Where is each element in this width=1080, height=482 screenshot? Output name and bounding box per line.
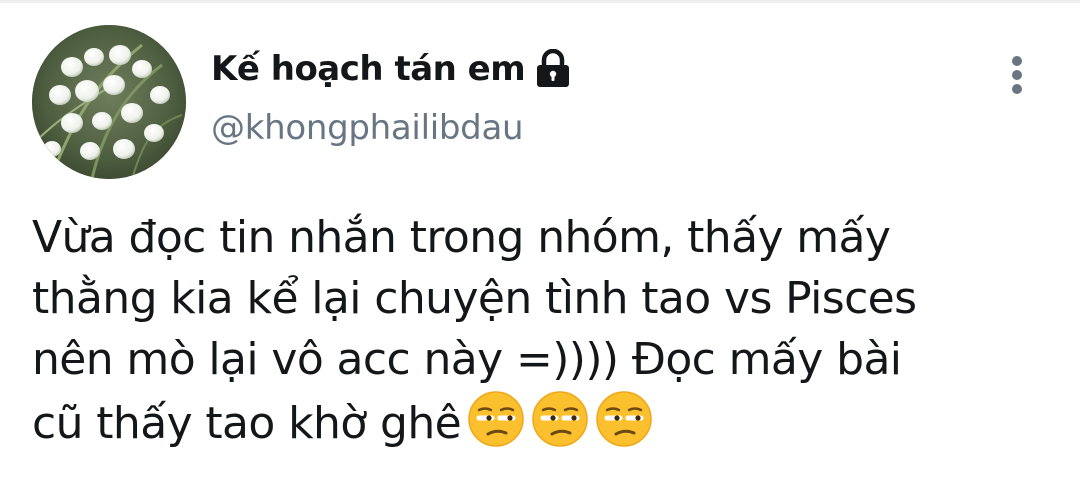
unamused-face-emoji	[468, 391, 524, 447]
tweet-text: Vừa đọc tin nhắn trong nhóm, thấy mấy th…	[32, 207, 1062, 464]
author-name-row[interactable]: Kế hoạch tán em	[211, 42, 571, 96]
user-handle[interactable]: @khongphailibdau	[211, 108, 524, 148]
tweet-line: Vừa đọc tin nhắn trong nhóm, thấy mấy	[32, 212, 891, 263]
lock-icon	[537, 49, 570, 87]
unamused-face-emoji	[596, 391, 652, 447]
tweet-line: nên mò lại vô acc này =)))) Đọc mấy bài	[32, 334, 902, 385]
display-name[interactable]: Kế hoạch tán em	[211, 49, 526, 89]
avatar[interactable]	[32, 25, 186, 179]
more-options-button[interactable]	[997, 52, 1037, 98]
tweet-line-text: cũ thấy tao khờ ghê	[32, 398, 462, 449]
emoji-group	[467, 390, 659, 464]
tweet-line: thằng kia kể lại chuyện tình tao vs Pisc…	[32, 273, 917, 324]
tweet-line-last: cũ thấy tao khờ ghê	[32, 390, 1062, 464]
unamused-face-emoji	[532, 391, 588, 447]
top-divider	[0, 0, 1080, 3]
lily-of-the-valley-photo	[32, 25, 186, 179]
